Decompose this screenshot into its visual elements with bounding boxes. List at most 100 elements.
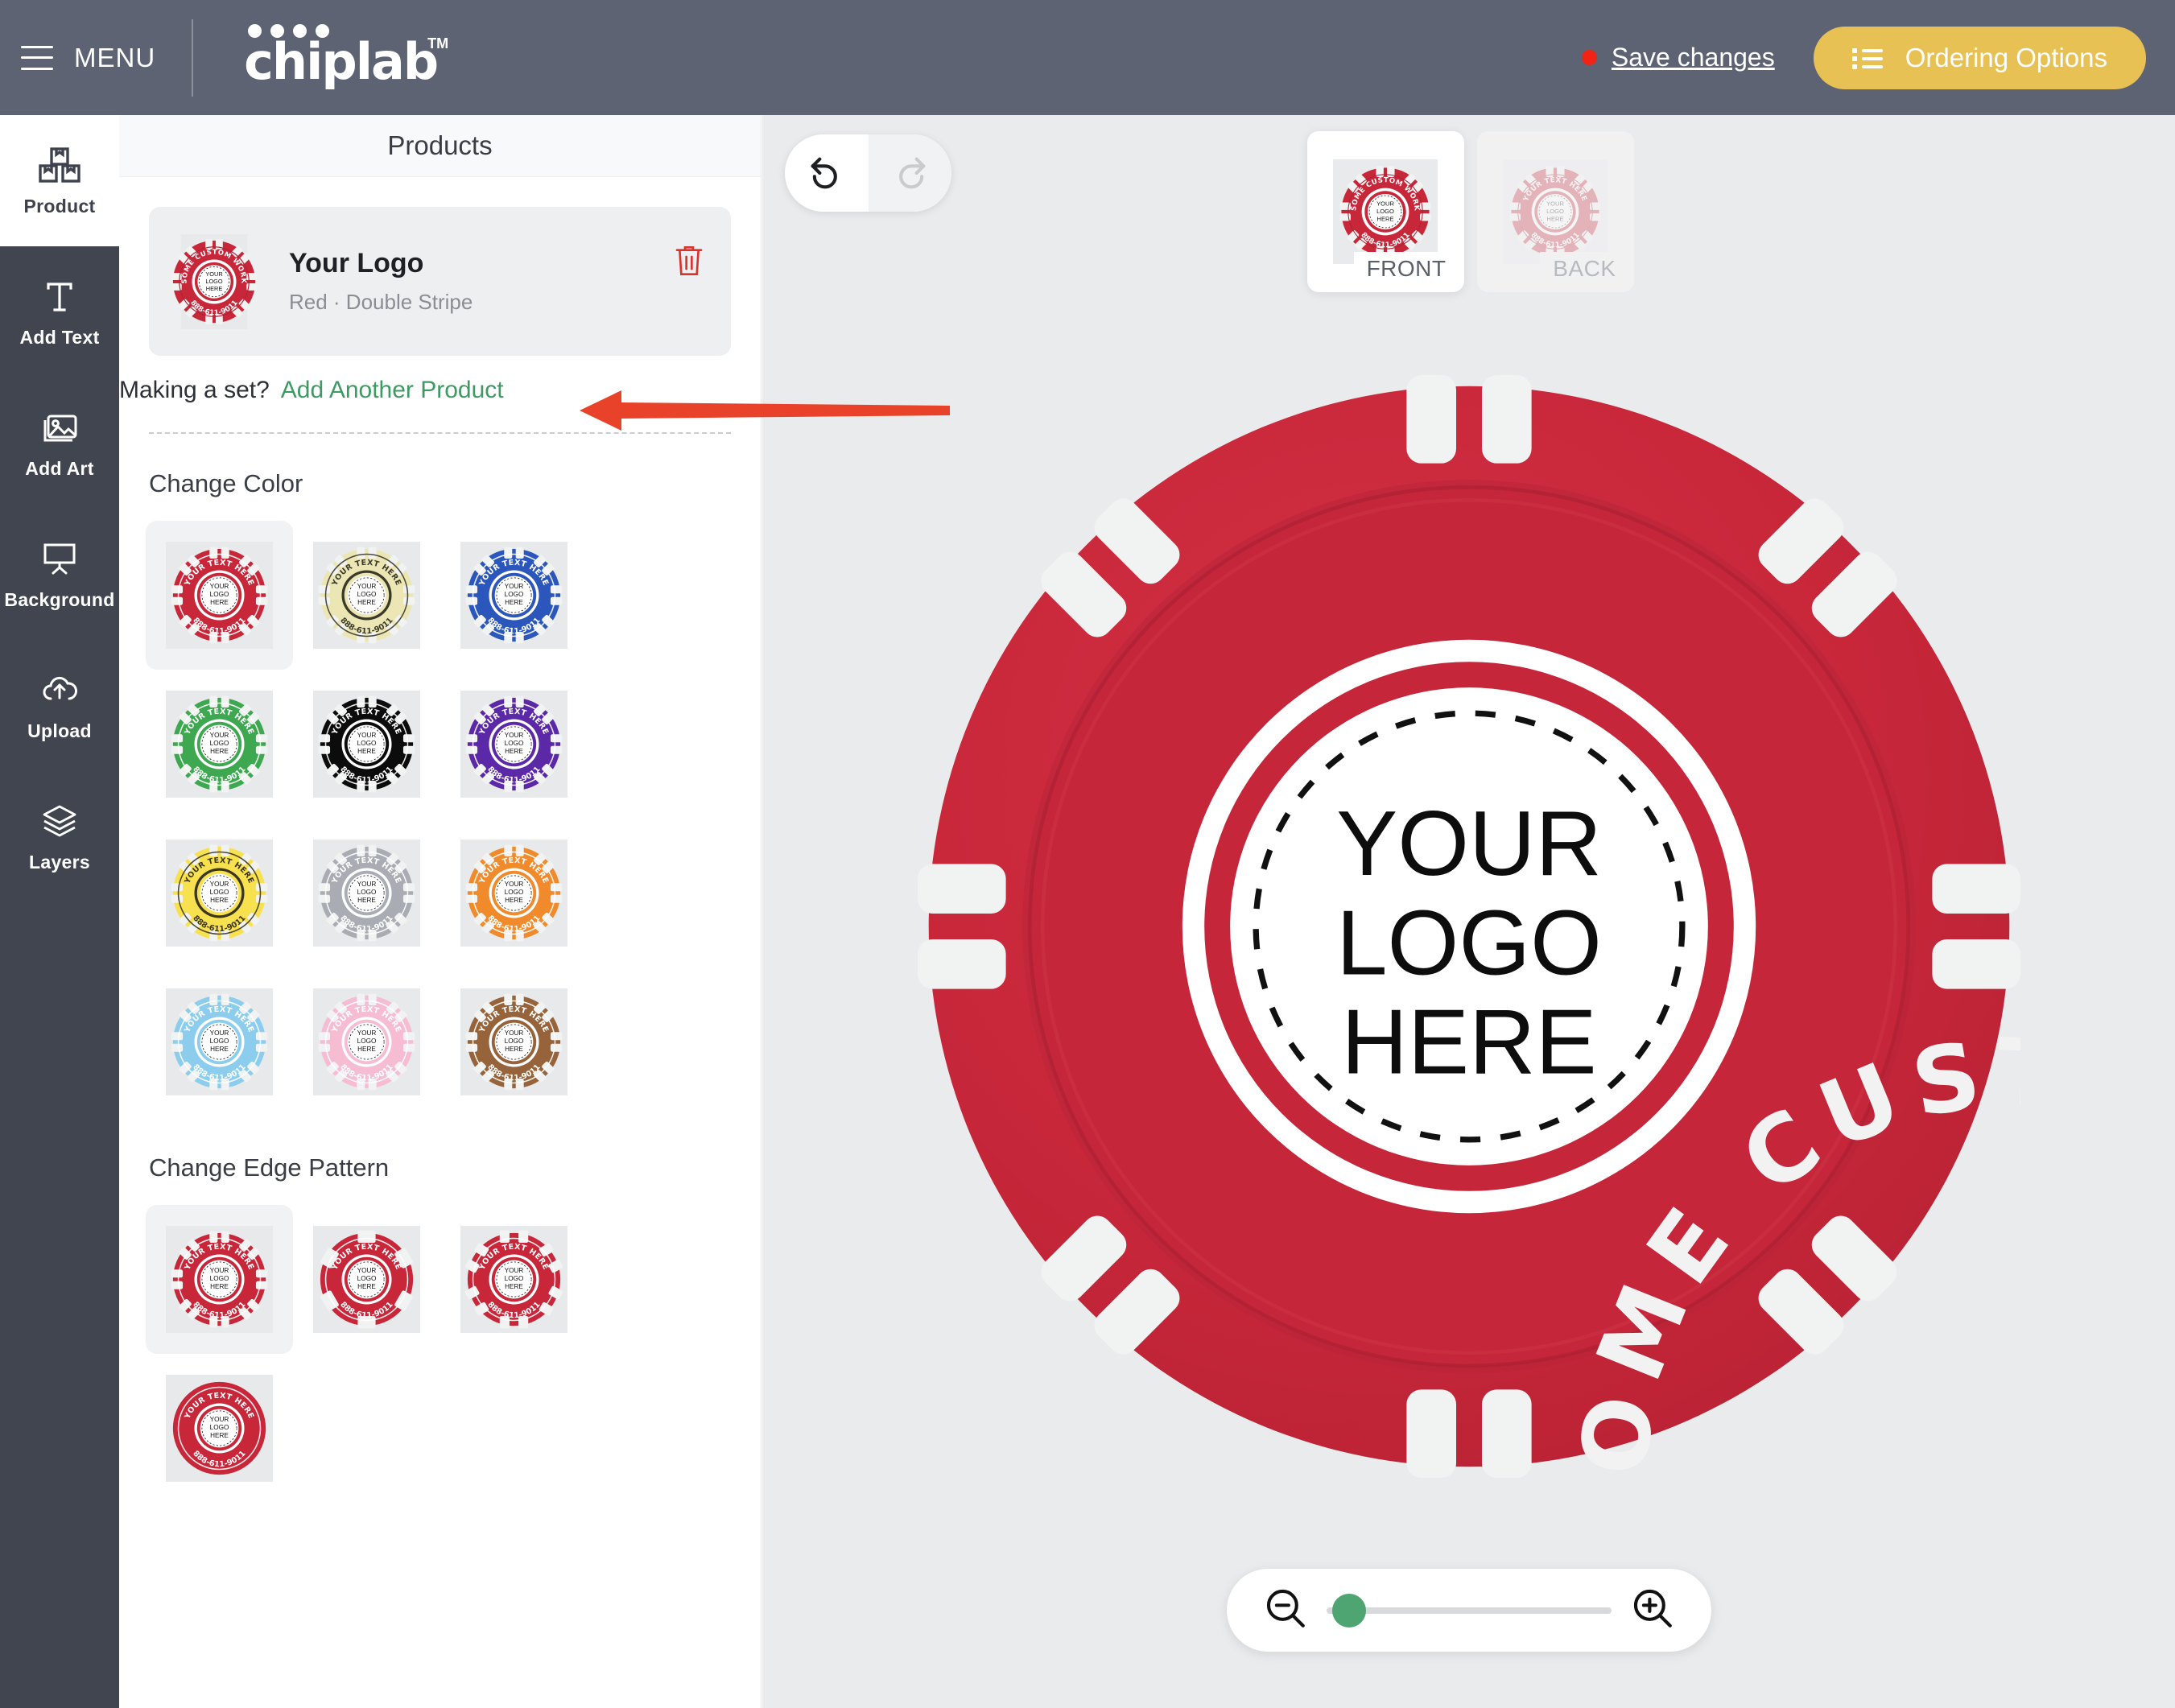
svg-text:LOGO: LOGO [210,740,229,747]
ordering-options-button[interactable]: Ordering Options [1813,26,2146,89]
rail-item-product[interactable]: Product [0,115,119,246]
rail-label-background: Background [4,589,115,610]
color-swatch-chip: YOUR TEXT HERE 888-611-9011 YOUR LOGO HE… [166,691,273,798]
svg-text:YOUR: YOUR [210,1416,229,1423]
cloud-upload-icon [37,669,82,711]
rail-item-layers[interactable]: Layers [0,771,119,902]
unsaved-indicator-dot [1581,50,1597,65]
svg-text:YOUR: YOUR [210,583,229,590]
color-swatch-blue[interactable]: YOUR TEXT HERE 888-611-9011 YOUR LOGO HE… [440,521,588,670]
color-swatch-chip: YOUR TEXT HERE 888-611-9011 YOUR LOGO HE… [313,691,420,798]
edge-pattern-dice[interactable]: YOUR TEXT HERE 888-611-9011 YOUR LOGO HE… [293,1205,440,1354]
svg-text:LOGO: LOGO [210,889,229,896]
edge-pattern-double-stripe[interactable]: YOUR TEXT HERE 888-611-9011 YOUR LOGO HE… [146,1205,293,1354]
color-swatch-chip: YOUR TEXT HERE 888-611-9011 YOUR LOGO HE… [313,840,420,947]
zoom-slider-track[interactable] [1326,1593,1612,1628]
color-swatch-chip: YOUR TEXT HERE 888-611-9011 YOUR LOGO HE… [313,988,420,1095]
color-swatch-chip: YOUR TEXT HERE 888-611-9011 YOUR LOGO HE… [460,542,567,649]
zoom-control-bar [1226,1569,1711,1652]
zoom-in-icon[interactable] [1629,1585,1676,1636]
menu-button[interactable]: MENU [21,43,155,73]
svg-text:YOUR: YOUR [357,1029,377,1037]
svg-text:LOGO: LOGO [505,1275,524,1282]
color-swatch-gray[interactable]: YOUR TEXT HERE 888-611-9011 YOUR LOGO HE… [293,819,440,967]
chiplab-logo[interactable]: chiplab TM [244,23,448,92]
edge-pattern-triple-notch[interactable]: YOUR TEXT HERE 888-611-9011 YOUR LOGO HE… [440,1205,588,1354]
color-swatch-chip: YOUR TEXT HERE 888-611-9011 YOUR LOGO HE… [166,840,273,947]
svg-text:HERE: HERE [210,1046,229,1053]
zoom-out-icon[interactable] [1262,1585,1309,1636]
design-canvas: SOME CUSTOM WORK 888-611-9011 YOUR LOGO … [762,115,2175,1708]
image-icon [37,406,82,448]
svg-text:HERE: HERE [505,748,523,755]
svg-text:HERE: HERE [1341,991,1596,1093]
save-changes-button[interactable]: Save changes [1581,43,1775,72]
svg-text:LOGO: LOGO [505,740,524,747]
trash-icon[interactable] [673,243,705,283]
color-swatch-cream[interactable]: YOUR TEXT HERE 888-611-9011 YOUR LOGO HE… [293,521,440,670]
header-actions: Save changes Ordering Options [1581,26,2175,89]
logo-wordmark: chiplab [244,31,439,91]
color-swatch-orange[interactable]: YOUR TEXT HERE 888-611-9011 YOUR LOGO HE… [440,819,588,967]
svg-text:LOGO: LOGO [210,1275,229,1282]
svg-text:YOUR: YOUR [210,881,229,888]
rail-item-add-art[interactable]: Add Art [0,377,119,509]
rail-item-add-text[interactable]: Add Text [0,246,119,377]
product-list-item[interactable]: SOME CUSTOM WORK 888-611-9011 YOUR LOGO … [149,207,731,356]
rail-label-add-text: Add Text [19,327,100,348]
svg-text:LOGO: LOGO [205,277,223,284]
color-swatch-chip: YOUR TEXT HERE 888-611-9011 YOUR LOGO HE… [460,691,567,798]
svg-text:YOUR: YOUR [357,881,377,888]
svg-text:YOUR: YOUR [505,1029,524,1037]
chip-artboard[interactable]: SOME CUSTOM WORK 888-611-9011 YOUR LOGO … [917,374,2175,1708]
product-info: Your Logo Red · Double Stripe [289,248,473,315]
tool-rail: Product Add Text Add Art Background Uplo… [0,115,119,1708]
rail-label-upload: Upload [27,720,92,741]
color-swatch-light-blue[interactable]: YOUR TEXT HERE 888-611-9011 YOUR LOGO HE… [146,967,293,1116]
color-swatch-pink[interactable]: YOUR TEXT HERE 888-611-9011 YOUR LOGO HE… [293,967,440,1116]
svg-text:YOUR: YOUR [505,583,524,590]
menu-button-label: MENU [74,42,156,72]
svg-text:LOGO: LOGO [357,1275,377,1282]
color-swatch-yellow[interactable]: YOUR TEXT HERE 888-611-9011 YOUR LOGO HE… [146,819,293,967]
rail-item-upload[interactable]: Upload [0,640,119,771]
color-swatch-green[interactable]: YOUR TEXT HERE 888-611-9011 YOUR LOGO HE… [146,670,293,819]
panel-divider [149,432,731,434]
svg-text:HERE: HERE [210,599,229,606]
svg-text:YOUR: YOUR [505,881,524,888]
color-swatch-chip: YOUR TEXT HERE 888-611-9011 YOUR LOGO HE… [460,840,567,947]
svg-text:YOUR: YOUR [357,1267,377,1274]
save-changes-label: Save changes [1611,43,1775,72]
svg-text:YOUR: YOUR [210,732,229,739]
product-name: Your Logo [289,248,424,278]
svg-text:LOGO: LOGO [210,1424,229,1431]
color-swatch-black[interactable]: YOUR TEXT HERE 888-611-9011 YOUR LOGO HE… [293,670,440,819]
backdrop-icon [37,538,82,580]
svg-text:HERE: HERE [505,1283,523,1290]
color-swatch-brown[interactable]: YOUR TEXT HERE 888-611-9011 YOUR LOGO HE… [440,967,588,1116]
svg-text:YOUR: YOUR [205,270,222,278]
svg-text:LOGO: LOGO [210,1038,229,1045]
layers-icon [37,800,82,842]
panel-title: Products [387,130,493,160]
svg-text:YOUR: YOUR [357,732,377,739]
svg-text:LOGO: LOGO [505,591,524,598]
chip-stage: SOME CUSTOM WORK 888-611-9011 YOUR LOGO … [762,115,2175,1708]
svg-text:YOUR: YOUR [505,1267,524,1274]
edge-pattern-chip: YOUR TEXT HERE 888-611-9011 YOUR LOGO HE… [460,1226,567,1333]
add-another-product-link[interactable]: Add Another Product [281,377,504,404]
color-swatch-purple[interactable]: YOUR TEXT HERE 888-611-9011 YOUR LOGO HE… [440,670,588,819]
rail-item-background[interactable]: Background [0,509,119,640]
svg-text:YOUR: YOUR [210,1267,229,1274]
svg-text:LOGO: LOGO [505,889,524,896]
svg-text:LOGO: LOGO [210,591,229,598]
svg-text:YOUR: YOUR [1336,793,1602,895]
product-subtitle: Red · Double Stripe [289,290,473,314]
zoom-slider-knob[interactable] [1331,1593,1366,1628]
color-swatch-red[interactable]: YOUR TEXT HERE 888-611-9011 YOUR LOGO HE… [146,521,293,670]
svg-text:YOUR: YOUR [357,583,377,590]
svg-text:HERE: HERE [357,748,376,755]
svg-text:LOGO: LOGO [1336,892,1602,994]
edge-pattern-smooth[interactable]: YOUR TEXT HERE 888-611-9011 YOUR LOGO HE… [146,1354,293,1503]
product-thumbnail: SOME CUSTOM WORK 888-611-9011 YOUR LOGO … [167,233,262,329]
